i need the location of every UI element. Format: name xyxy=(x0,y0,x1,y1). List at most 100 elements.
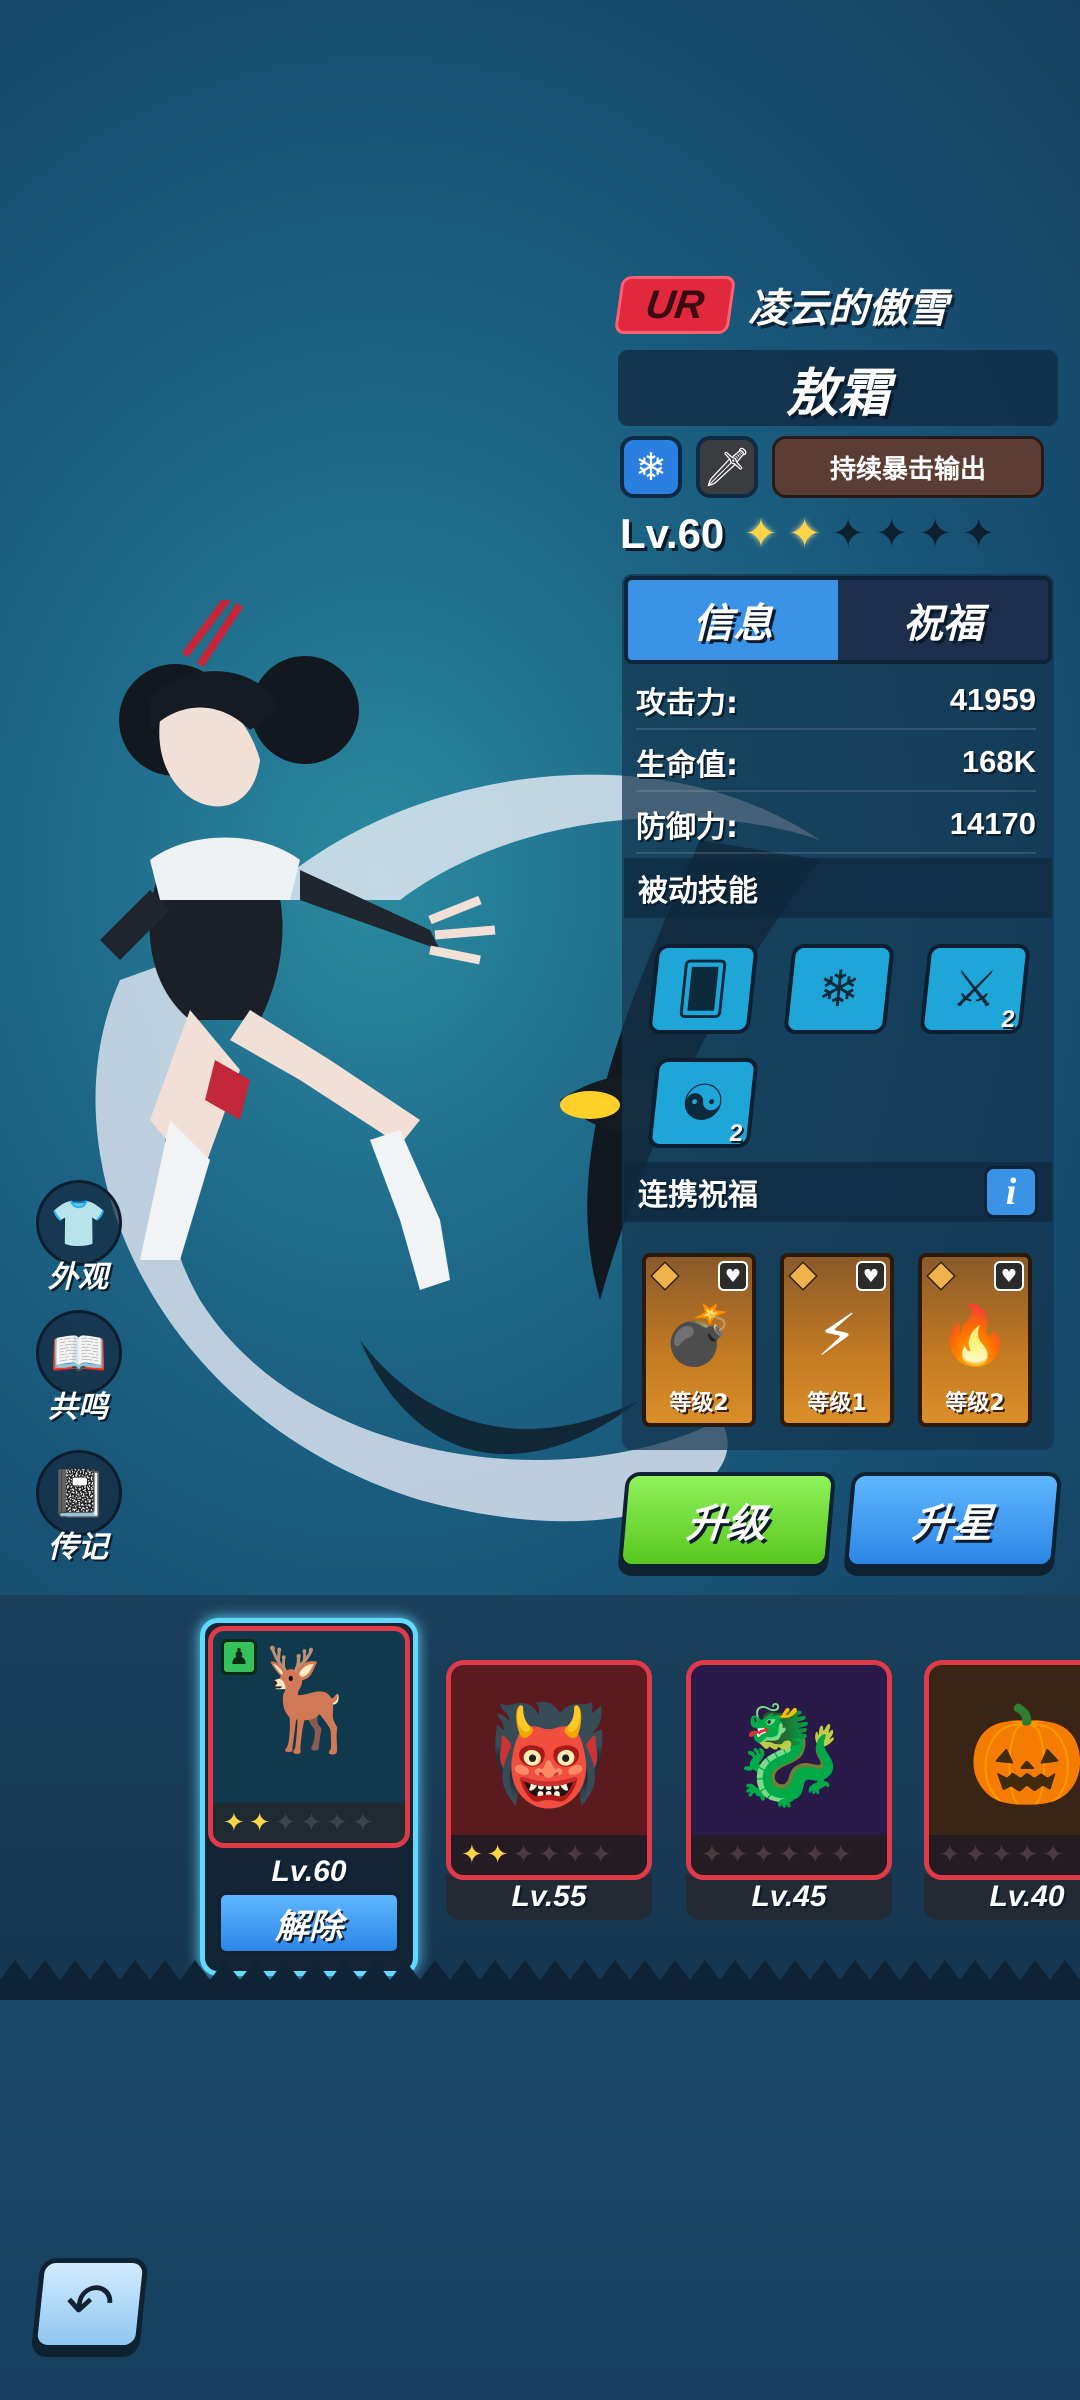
star-empty-icon: ✦ xyxy=(274,1808,297,1838)
blessing-level: 等级2 xyxy=(945,1391,1005,1416)
star-empty-icon: ✦ xyxy=(701,1840,723,1870)
hero-level: Lv.60 xyxy=(620,510,725,557)
star-empty-icon: ✦ xyxy=(778,1840,801,1870)
star-empty-icon: ✦ xyxy=(964,1840,987,1870)
bomb-icon xyxy=(650,1261,680,1291)
blessing-level: 等级1 xyxy=(807,1391,867,1416)
star-empty-icon: ✦ xyxy=(990,1840,1013,1870)
passive-skills-header: 被动技能 xyxy=(624,858,1052,918)
star-empty-icon: ✦ xyxy=(829,1840,852,1870)
card-stars: ✦ ✦ ✦ ✦ ✦ ✦ xyxy=(213,1803,405,1843)
star-empty-icon: ✦ xyxy=(326,1808,348,1838)
star-empty-icon: ✦ xyxy=(831,511,865,557)
stat-hp: 生命值: 168K xyxy=(636,734,1036,792)
claw-icon[interactable]: ⚔ 2 xyxy=(919,944,1031,1034)
stat-value: 14170 xyxy=(949,806,1036,841)
side-menu-label: 共鸣 xyxy=(48,1390,108,1425)
back-arrow-icon[interactable]: ↶ xyxy=(31,2258,149,2350)
sword-icon[interactable]: 🗡 xyxy=(696,436,758,498)
fire-demon-icon: 🔥 xyxy=(938,1301,1012,1369)
hero-epithet: 凌云的傲雪 xyxy=(748,286,948,332)
snowflakes-icon[interactable]: ❄ xyxy=(783,944,895,1034)
star-empty-icon: ✦ xyxy=(804,1840,826,1870)
hero-card-level: Lv.55 xyxy=(446,1874,652,1920)
role-tag[interactable]: 持续暴击输出 xyxy=(772,436,1044,498)
skill-count: 2 xyxy=(728,1120,745,1147)
hero-card-level: Lv.45 xyxy=(686,1874,892,1920)
blessing-level: 等级2 xyxy=(669,1391,729,1416)
star-empty-icon: ✦ xyxy=(939,1840,961,1870)
card-stars: ✦ ✦ ✦ ✦ ✦ ✦ xyxy=(451,1835,647,1875)
upgrade-button[interactable]: 升级 xyxy=(617,1472,837,1568)
hero-card[interactable]: 🐉 ✦ ✦ ✦ ✦ ✦ ✦ Lv.45 xyxy=(686,1660,892,1920)
star-empty-icon: ✦ xyxy=(1016,1840,1039,1870)
shadow-dragon-icon: 🐉 xyxy=(691,1665,887,1845)
side-menu-resonance[interactable]: 📖 共鸣 xyxy=(30,1310,130,1425)
level-stars-row: Lv.60 ✦ ✦ ✦ ✦ ✦ ✦ xyxy=(620,510,1005,558)
rarity-badge: UR xyxy=(613,276,737,334)
stat-label: 防御力: xyxy=(636,810,738,845)
info-icon[interactable]: i xyxy=(984,1166,1038,1218)
hero-portrait-frame: 👹 ✦ ✦ ✦ ✦ ✦ ✦ xyxy=(446,1660,652,1880)
snowflake-icon[interactable]: ❄ xyxy=(620,436,682,498)
stat-label: 生命值: xyxy=(636,748,738,783)
card-stars: ✦ ✦ ✦ ✦ ✦ xyxy=(929,1835,1080,1875)
star-filled-icon: ✦ xyxy=(486,1840,509,1870)
star-filled-icon: ✦ xyxy=(223,1808,245,1838)
blessing-card[interactable]: ♥ 💣 等级2 xyxy=(642,1253,756,1427)
star-empty-icon: ✦ xyxy=(961,511,996,557)
star-empty-icon: ✦ xyxy=(351,1808,374,1838)
stat-label: 攻击力: xyxy=(636,686,738,721)
star-empty-icon: ✦ xyxy=(538,1840,561,1870)
heart-icon: ♥ xyxy=(718,1261,748,1291)
star-filled-icon: ✦ xyxy=(461,1840,483,1870)
star-filled-icon: ✦ xyxy=(744,511,778,557)
hero-portrait-frame: 🎃 ✦ ✦ ✦ ✦ ✦ xyxy=(924,1660,1080,1880)
side-menu-label: 外观 xyxy=(48,1260,108,1295)
hero-card-level: Lv.60 xyxy=(271,1855,347,1888)
thunder-beast-icon: ⚡ xyxy=(816,1301,858,1369)
cards-icon[interactable]: 🂠 xyxy=(647,944,759,1034)
deer-spirit-icon: 🦌 xyxy=(246,1641,372,1758)
star-empty-icon: ✦ xyxy=(752,1840,775,1870)
side-menu-appearance[interactable]: 👕 外观 xyxy=(30,1180,130,1295)
blessing-card[interactable]: ♥ ⚡ 等级1 xyxy=(780,1253,894,1427)
tab-info[interactable]: 信息 xyxy=(628,580,838,660)
star-empty-icon: ✦ xyxy=(874,511,909,557)
hero-portrait-frame: ♟ 🦌 ✦ ✦ ✦ ✦ ✦ ✦ xyxy=(208,1626,410,1848)
stat-defense: 防御力: 14170 xyxy=(636,796,1036,854)
bomb-icon: 💣 xyxy=(662,1301,736,1369)
skill-count: 2 xyxy=(1000,1006,1017,1033)
pumpkin-beast-icon: 🎃 xyxy=(929,1665,1080,1845)
hero-tags: ❄ 🗡 持续暴击输出 xyxy=(620,436,1044,498)
hero-name: 敖霜 xyxy=(785,363,890,424)
side-menu-biography[interactable]: 📓 传记 xyxy=(30,1450,130,1565)
stat-value: 168K xyxy=(961,744,1036,779)
oni-mask-icon: 👹 xyxy=(451,1665,647,1845)
star-empty-icon: ✦ xyxy=(564,1840,586,1870)
hero-name-panel: 敖霜 xyxy=(618,350,1058,426)
stat-attack: 攻击力: 41959 xyxy=(636,672,1036,730)
dragon-head-icon[interactable]: ☯ 2 xyxy=(647,1058,759,1148)
info-tabs: 信息 祝福 xyxy=(624,576,1052,664)
star-empty-icon: ✦ xyxy=(1042,1840,1064,1870)
star-empty-icon: ✦ xyxy=(918,511,952,557)
hero-portrait-frame: 🐉 ✦ ✦ ✦ ✦ ✦ ✦ xyxy=(686,1660,892,1880)
star-empty-icon: ✦ xyxy=(300,1808,323,1838)
tab-blessing[interactable]: 祝福 xyxy=(838,580,1048,660)
hero-card[interactable]: 👹 ✦ ✦ ✦ ✦ ✦ ✦ Lv.55 xyxy=(446,1660,652,1920)
roster-border-spikes xyxy=(0,1960,1080,2000)
heart-icon: ♥ xyxy=(856,1261,886,1291)
star-empty-icon: ✦ xyxy=(589,1840,612,1870)
heart-icon: ♥ xyxy=(994,1261,1024,1291)
remove-button[interactable]: 解除 xyxy=(218,1892,400,1954)
card-stars: ✦ ✦ ✦ ✦ ✦ ✦ xyxy=(691,1835,887,1875)
blessing-card[interactable]: ♥ 🔥 等级2 xyxy=(918,1253,1032,1427)
star-empty-icon: ✦ xyxy=(726,1840,749,1870)
star-filled-icon: ✦ xyxy=(787,511,822,557)
star-empty-icon: ✦ xyxy=(512,1840,535,1870)
hero-card[interactable]: 🎃 ✦ ✦ ✦ ✦ ✦ Lv.40 xyxy=(924,1660,1080,1920)
star-up-button[interactable]: 升星 xyxy=(843,1472,1063,1568)
fire-demon-icon xyxy=(926,1261,956,1291)
thunder-beast-icon xyxy=(788,1261,818,1291)
